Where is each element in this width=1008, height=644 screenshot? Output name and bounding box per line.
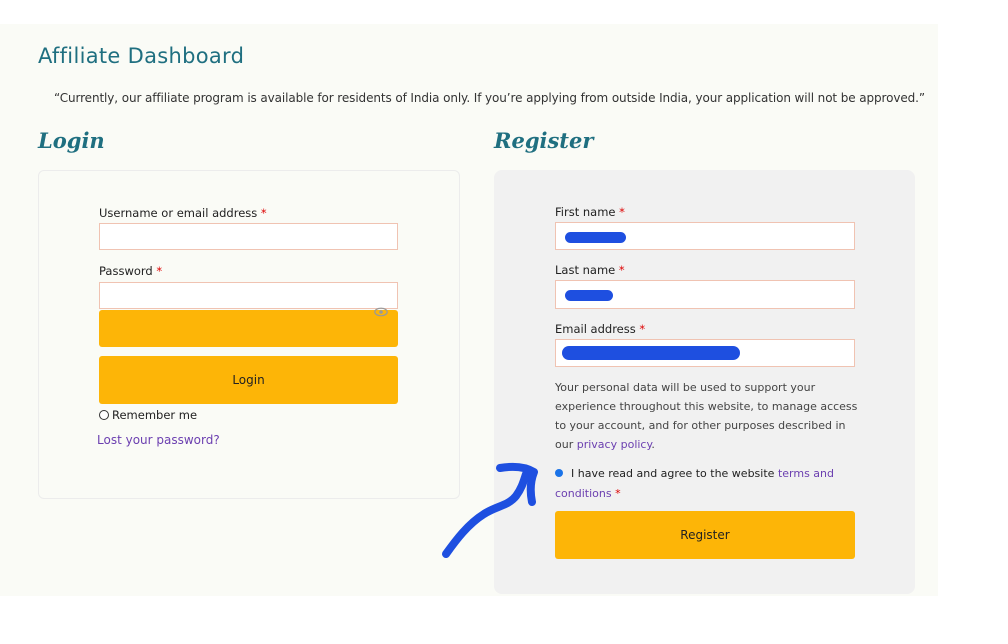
register-heading: Register [494,128,594,153]
login-button[interactable]: Login [99,356,398,404]
register-button[interactable]: Register [555,511,855,559]
terms-agreement: I have read and agree to the website ter… [555,467,834,500]
remember-me-option[interactable]: Remember me [99,408,197,422]
password-input[interactable] [99,282,398,309]
privacy-notice: Your personal data will be used to suppo… [555,381,858,451]
username-label: Username or email address * [99,206,267,220]
redaction-mark-email [562,346,740,360]
privacy-policy-link[interactable]: privacy policy [577,438,652,451]
redaction-mark-first-name [565,232,626,243]
username-input[interactable] [99,223,398,250]
residency-notice: “Currently, our affiliate program is ava… [54,91,925,105]
email-label: Email address * [555,322,646,336]
password-label: Password * [99,264,163,278]
login-heading: Login [38,128,105,153]
password-overlay-bar [99,310,398,347]
last-name-label: Last name * [555,263,625,277]
remember-me-label: Remember me [112,408,198,422]
remember-me-checkbox[interactable] [99,410,109,420]
lost-password-link[interactable]: Lost your password? [97,433,220,447]
terms-checkbox[interactable] [555,469,563,477]
show-password-eye-icon[interactable] [374,306,388,320]
page-title: Affiliate Dashboard [38,44,245,68]
redaction-mark-last-name [565,290,613,301]
first-name-label: First name * [555,205,625,219]
annotation-arrow-icon [442,462,538,558]
terms-agreement-text: I have read and agree to the website [571,467,775,480]
